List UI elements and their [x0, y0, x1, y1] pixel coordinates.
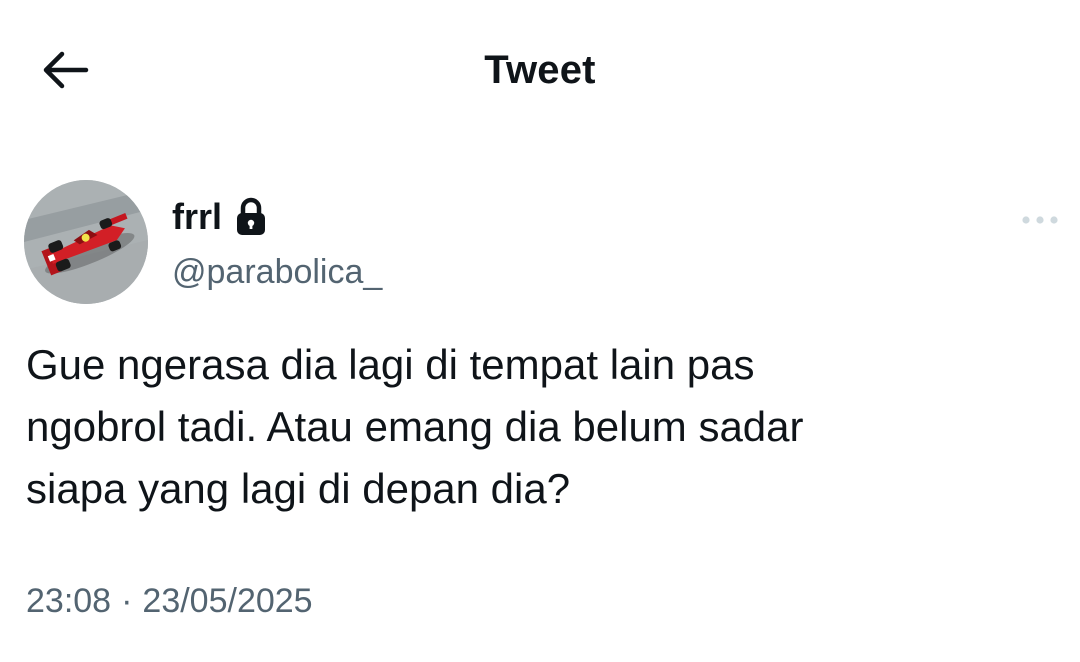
top-bar: Tweet [0, 0, 1080, 140]
more-options-button[interactable] [1016, 204, 1064, 236]
display-name[interactable]: frrl [172, 194, 222, 240]
avatar-image [24, 180, 148, 304]
tweet-text: Gue ngerasa dia lagi di tempat lain pas … [26, 341, 804, 512]
lock-icon [234, 197, 268, 237]
author-name-row: frrl [172, 194, 268, 240]
tweet-timestamp[interactable]: 23:08 · 23/05/2025 [26, 578, 313, 624]
more-horizontal-icon [1022, 216, 1058, 224]
timestamp-separator: · [121, 582, 133, 620]
tweet-time: 23:08 [26, 582, 112, 620]
tweet-date: 23/05/2025 [142, 582, 313, 620]
avatar[interactable] [24, 180, 148, 304]
author-handle[interactable]: @parabolica_ [172, 250, 382, 294]
page-title: Tweet [484, 48, 596, 92]
